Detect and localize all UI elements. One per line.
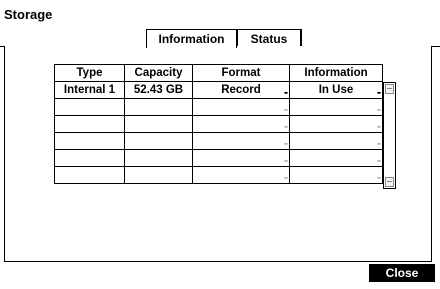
column-header-format: Format (192, 64, 290, 82)
format-dropdown[interactable]: ▪▪ (192, 149, 290, 167)
format-dropdown[interactable]: ▪▪ (192, 132, 290, 150)
cell-type (54, 166, 125, 184)
tab-divider (301, 29, 307, 47)
cell-information: In Use (318, 84, 354, 96)
table-scrollbar[interactable] (383, 82, 396, 189)
cell-type (54, 98, 125, 116)
dropdown-indicator-icon: ▪▪ (377, 90, 381, 97)
format-dropdown[interactable]: ▪▪ (192, 166, 290, 184)
dropdown-indicator-icon: ▪▪ (377, 107, 381, 114)
table-header-row: Type Capacity Format Information (54, 64, 397, 82)
dropdown-indicator-icon: ▪▪ (284, 141, 288, 148)
table-row[interactable]: ▪▪ ▪▪ (54, 166, 397, 184)
close-button[interactable]: Close (369, 264, 435, 282)
scroll-down-icon[interactable] (385, 177, 394, 187)
dropdown-indicator-icon: ▪▪ (284, 124, 288, 131)
cell-capacity (124, 166, 193, 184)
format-dropdown[interactable]: ▪▪ (192, 115, 290, 133)
cell-capacity (124, 115, 193, 133)
information-dropdown[interactable]: ▪▪ (289, 132, 383, 150)
table-row[interactable]: Internal 1 52.43 GB Record ▪▪ In Use ▪▪ (54, 81, 397, 99)
format-dropdown[interactable]: Record ▪▪ (192, 81, 290, 99)
dropdown-indicator-icon: ▪▪ (284, 158, 288, 165)
information-dropdown[interactable]: ▪▪ (289, 98, 383, 116)
cell-capacity (124, 98, 193, 116)
table-row[interactable]: ▪▪ ▪▪ (54, 115, 397, 133)
cell-format: Record (221, 84, 261, 96)
information-dropdown[interactable]: ▪▪ (289, 166, 383, 184)
storage-window: Storage Information Status Type Capacity… (0, 0, 440, 289)
scroll-column-header (382, 64, 397, 82)
dropdown-indicator-icon: ▪▪ (284, 107, 288, 114)
dropdown-indicator-icon: ▪▪ (377, 158, 381, 165)
cell-type (54, 132, 125, 150)
cell-capacity: 52.43 GB (124, 81, 193, 99)
footer-bar (4, 261, 432, 283)
dropdown-indicator-icon: ▪▪ (377, 141, 381, 148)
tab-information[interactable]: Information (146, 29, 237, 48)
table-row[interactable]: ▪▪ ▪▪ (54, 149, 397, 167)
cell-capacity (124, 132, 193, 150)
storage-table: Type Capacity Format Information Interna… (54, 64, 397, 184)
window-title: Storage (4, 7, 53, 22)
column-header-information: Information (289, 64, 383, 82)
table-row[interactable]: ▪▪ ▪▪ (54, 132, 397, 150)
cell-type (54, 149, 125, 167)
format-dropdown[interactable]: ▪▪ (192, 98, 290, 116)
information-dropdown[interactable]: ▪▪ (289, 149, 383, 167)
dropdown-indicator-icon: ▪▪ (284, 90, 288, 97)
dropdown-indicator-icon: ▪▪ (377, 175, 381, 182)
tab-status[interactable]: Status (237, 29, 301, 47)
dropdown-indicator-icon: ▪▪ (377, 124, 381, 131)
scroll-up-icon[interactable] (385, 84, 394, 94)
cell-capacity (124, 149, 193, 167)
column-header-type: Type (54, 64, 125, 82)
cell-type: Internal 1 (54, 81, 125, 99)
information-dropdown[interactable]: ▪▪ (289, 115, 383, 133)
dropdown-indicator-icon: ▪▪ (284, 175, 288, 182)
column-header-capacity: Capacity (124, 64, 193, 82)
cell-type (54, 115, 125, 133)
information-dropdown[interactable]: In Use ▪▪ (289, 81, 383, 99)
table-row[interactable]: ▪▪ ▪▪ (54, 98, 397, 116)
